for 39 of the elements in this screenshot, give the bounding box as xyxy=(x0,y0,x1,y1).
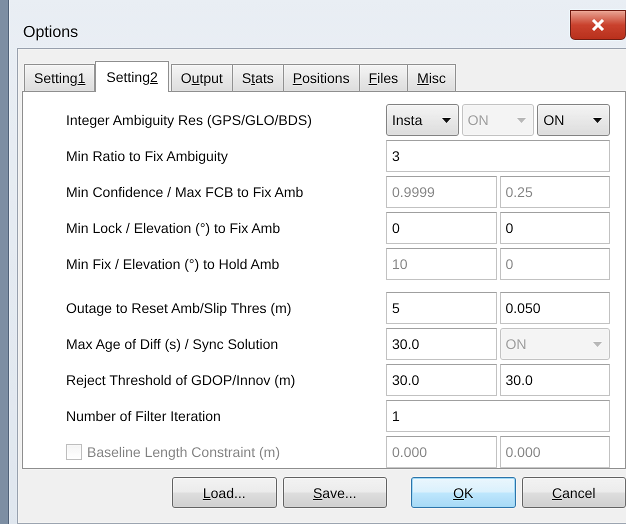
caret-icon xyxy=(592,118,602,122)
dropdown[interactable]: Insta xyxy=(386,104,459,136)
window-title: Options xyxy=(23,24,78,42)
field-label: Reject Threshold of GDOP/Innov (m) xyxy=(66,372,296,388)
caret-icon xyxy=(442,118,451,122)
field-label: Outage to Reset Amb/Slip Thres (m) xyxy=(66,300,292,316)
close-icon xyxy=(591,19,605,31)
dialog-button[interactable]: Save... xyxy=(282,477,387,508)
dropdown[interactable]: ON xyxy=(537,104,610,136)
input-field[interactable]: 30.0 xyxy=(386,364,496,396)
field-label: Min Ratio to Fix Ambiguity xyxy=(66,148,228,164)
input-field[interactable]: 1 xyxy=(386,400,610,432)
input-field[interactable]: 30.0 xyxy=(500,364,610,396)
tab[interactable]: Setting2 xyxy=(95,61,169,92)
input-field[interactable]: 0 xyxy=(500,212,610,244)
input-field[interactable]: 5 xyxy=(386,292,496,324)
input-field[interactable]: 0 xyxy=(386,212,496,244)
tab[interactable]: Positions xyxy=(282,64,360,91)
field-label: Min Confidence / Max FCB to Fix Amb xyxy=(66,184,304,200)
input-field[interactable]: 0.050 xyxy=(500,292,610,324)
dialog-button[interactable]: Load... xyxy=(172,477,276,508)
input-field[interactable]: 30.0 xyxy=(386,328,496,360)
field-label: Min Lock / Elevation (°) to Fix Amb xyxy=(66,220,280,236)
tab[interactable]: Output xyxy=(170,64,233,91)
tab[interactable]: Misc xyxy=(407,64,456,91)
field-label: Max Age of Diff (s) / Sync Solution xyxy=(66,336,278,352)
input-field[interactable]: 3 xyxy=(386,140,610,172)
tab[interactable]: Stats xyxy=(232,64,284,91)
dialog-button[interactable]: OK xyxy=(411,477,516,508)
field-label: Integer Ambiguity Res (GPS/GLO/BDS) xyxy=(66,112,312,128)
field-label: Number of Filter Iteration xyxy=(66,408,221,424)
caret-icon xyxy=(593,342,602,346)
caret-icon xyxy=(517,118,526,122)
tab[interactable]: Setting1 xyxy=(24,64,96,91)
close-button[interactable] xyxy=(570,10,626,40)
field-label: Min Fix / Elevation (°) to Hold Amb xyxy=(66,256,280,272)
field-label: Baseline Length Constraint (m) xyxy=(87,444,280,460)
tab[interactable]: Files xyxy=(358,64,408,91)
dialog-button[interactable]: Cancel xyxy=(522,477,626,508)
